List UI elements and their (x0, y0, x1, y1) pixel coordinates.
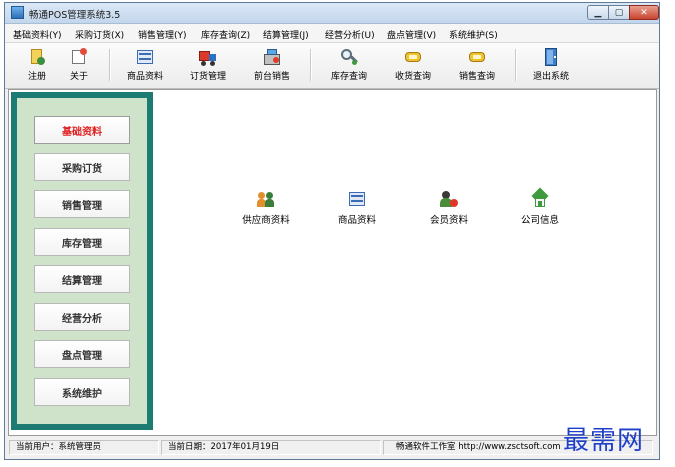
watermark: 最需网 (563, 426, 645, 456)
app-icon (11, 6, 24, 19)
receive-icon (404, 48, 422, 66)
toolbar: 注册 关于 商品资料 订货管理 前台销售 库存查询 收货查询 销售查询 退出系统 (5, 42, 659, 89)
company-house-icon (531, 187, 549, 208)
cash-register-icon (263, 48, 281, 66)
nav-inventory[interactable]: 库存管理 (34, 228, 130, 256)
sales-query-icon (468, 48, 486, 66)
members-icon (440, 190, 458, 208)
nav-purchase[interactable]: 采购订货 (34, 153, 130, 181)
about-button[interactable]: 关于 (51, 46, 107, 86)
sales-query-button[interactable]: 销售查询 (449, 46, 505, 86)
receipt-query-button[interactable]: 收货查询 (385, 46, 441, 86)
about-icon (70, 48, 88, 66)
product-grid-icon (136, 48, 154, 66)
order-management-button[interactable]: 订货管理 (180, 46, 236, 86)
menu-inventory[interactable]: 库存查询(Z) (201, 28, 250, 41)
nav-system[interactable]: 系统维护 (34, 378, 130, 406)
product-data-button[interactable]: 商品资料 (117, 46, 173, 86)
nav-settlement[interactable]: 结算管理 (34, 265, 130, 293)
module-suppliers[interactable]: 供应商资料 (230, 190, 302, 226)
nav-sales[interactable]: 销售管理 (34, 190, 130, 218)
title-bar: 畅通POS管理系统3.5 ▁ ▢ ✕ (5, 3, 659, 24)
toolbar-separator (310, 49, 312, 81)
menu-purchase[interactable]: 采购订货(X) (75, 28, 124, 41)
register-icon (28, 48, 46, 66)
menu-bar: 基础资料(Y) 采购订货(X) 销售管理(Y) 库存查询(Z) 结算管理(J) … (5, 24, 659, 42)
menu-system[interactable]: 系统维护(S) (449, 28, 498, 41)
exit-system-button[interactable]: 退出系统 (523, 46, 579, 86)
magnifier-icon (340, 48, 358, 66)
inventory-query-button[interactable]: 库存查询 (321, 46, 377, 86)
status-bar: 当前用户：系统管理员 当前日期：2017年01月19日 畅通软件工作室 http… (5, 437, 659, 459)
close-button[interactable]: ✕ (629, 5, 659, 20)
status-current-user: 当前用户：系统管理员 (9, 440, 159, 455)
menu-settlement[interactable]: 结算管理(J) (263, 28, 309, 41)
maximize-button[interactable]: ▢ (608, 5, 630, 20)
toolbar-separator (515, 49, 517, 81)
nav-basic-data[interactable]: 基础资料 (34, 116, 130, 144)
product-grid-icon (348, 190, 366, 208)
status-current-date: 当前日期：2017年01月19日 (161, 440, 381, 455)
nav-analysis[interactable]: 经营分析 (34, 303, 130, 331)
window-title: 畅通POS管理系统3.5 (29, 10, 121, 21)
module-products[interactable]: 商品资料 (321, 190, 393, 226)
menu-sales[interactable]: 销售管理(Y) (138, 28, 187, 41)
front-sales-button[interactable]: 前台销售 (244, 46, 300, 86)
nav-stocktake[interactable]: 盘点管理 (34, 340, 130, 368)
menu-analysis[interactable]: 经营分析(U) (325, 28, 375, 41)
suppliers-icon (257, 190, 275, 208)
exit-door-icon (542, 48, 560, 66)
side-navigation: 基础资料 采购订货 销售管理 库存管理 结算管理 经营分析 盘点管理 系统维护 (11, 92, 153, 430)
truck-icon (199, 48, 217, 66)
module-company[interactable]: 公司信息 (504, 187, 576, 226)
app-window: 畅通POS管理系统3.5 ▁ ▢ ✕ 基础资料(Y) 采购订货(X) 销售管理(… (4, 2, 660, 460)
menu-stocktake[interactable]: 盘点管理(V) (387, 28, 436, 41)
module-members[interactable]: 会员资料 (413, 190, 485, 226)
toolbar-separator (109, 49, 111, 81)
minimize-button[interactable]: ▁ (587, 5, 609, 20)
menu-basic-data[interactable]: 基础资料(Y) (13, 28, 62, 41)
main-panel: 基础资料 采购订货 销售管理 库存管理 结算管理 经营分析 盘点管理 系统维护 … (8, 89, 657, 436)
